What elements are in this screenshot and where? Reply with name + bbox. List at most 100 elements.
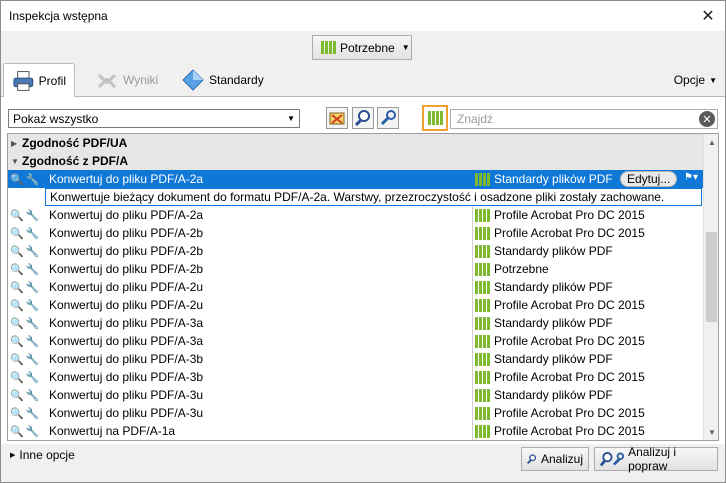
row-name: Konwertuj do pliku PDF/A-2b <box>49 262 204 276</box>
list-item[interactable]: 🔍 🔧 Konwertuj do pliku PDF/A-3u Profile Acr… <box>8 404 704 422</box>
profile-panel: Pokaż wszystko ▼ Znajdź ✕ ▶ Zgodność PDF… <box>1 97 725 444</box>
scroll-up-icon[interactable]: ▲ <box>704 134 718 150</box>
list-item[interactable]: 🔍 🔧 Konwertuj do pliku PDF/A-3u Standardy p… <box>8 386 704 404</box>
row-name: Konwertuj do pliku PDF/A-2b <box>49 244 204 258</box>
search-check-button[interactable] <box>352 107 374 129</box>
analyze-button[interactable]: Analizuj <box>521 447 589 471</box>
list-item[interactable]: 🔍 🔧 Konwertuj do pliku PDF/A-3b Standardy p… <box>8 350 704 368</box>
list-item[interactable]: 🔍 🔧 Konwertuj do pliku PDF/A-3b Profile Acr… <box>8 368 704 386</box>
magnifier-icon[interactable]: 🔍 <box>10 389 24 402</box>
magnifier-icon <box>527 454 537 465</box>
scroll-thumb[interactable] <box>706 232 717 322</box>
bars-icon <box>475 316 490 330</box>
preflight-dialog: Inspekcja wstępna ✕ Potrzebne ▼ Profil W… <box>0 0 726 483</box>
magnifier-icon[interactable]: 🔍 <box>10 371 24 384</box>
row-profile: Standardy plików PDF <box>475 172 613 186</box>
wrench-icon[interactable]: 🔧 <box>26 209 40 222</box>
tab-results[interactable]: Wyniki <box>87 63 166 97</box>
row-name: Konwertuj do pliku PDF/A-2b <box>49 226 204 240</box>
tab-standards[interactable]: Standardy <box>173 63 272 97</box>
options-menu[interactable]: Opcje ▼ <box>674 73 717 87</box>
search-input[interactable]: Znajdź ✕ <box>450 109 718 129</box>
show-needed-toggle[interactable] <box>422 105 448 131</box>
wrench-icon[interactable]: 🔧 <box>26 371 40 384</box>
magnifier-icon[interactable]: 🔍 <box>10 209 24 222</box>
magnifier-icon[interactable]: 🔍 <box>10 227 24 240</box>
row-icons: 🔍 🔧 <box>8 335 48 348</box>
list-item[interactable]: 🔍 🔧 Konwertuj na PDF/A-1a Profile Acrobat P… <box>8 422 704 440</box>
list-item[interactable]: 🔍 🔧 Konwertuj do pliku PDF/A-2b Profile Acr… <box>8 224 704 242</box>
show-filter-select[interactable]: Pokaż wszystko ▼ <box>8 109 300 128</box>
magnifier-icon[interactable]: 🔍 <box>10 263 24 276</box>
list-item[interactable]: 🔍 🔧 Konwertuj do pliku PDF/A-2b Standardy p… <box>8 242 704 260</box>
wrench-icon[interactable]: 🔧 <box>26 407 40 420</box>
flag-dropdown-icon[interactable]: ⚑▾ <box>684 172 698 183</box>
profile-filter-button[interactable]: Potrzebne ▼ <box>312 35 412 60</box>
printer-profile-icon <box>13 70 34 91</box>
wrench-icon[interactable]: 🔧 <box>26 281 40 294</box>
row-icons: 🔍 🔧 <box>8 281 48 294</box>
list-item[interactable]: 🔍 🔧 Konwertuj do pliku PDF/A-3a Standardy p… <box>8 314 704 332</box>
expand-arrow-icon[interactable]: ▶ <box>8 139 22 148</box>
list-item[interactable]: 🔍 🔧 Konwertuj do pliku PDF/A-2u Standardy p… <box>8 278 704 296</box>
bars-icon <box>475 424 490 438</box>
close-icon[interactable]: ✕ <box>691 1 725 31</box>
analyze-and-fix-button[interactable]: Analizuj i popraw <box>594 445 718 473</box>
wrench-icon[interactable]: 🔧 <box>26 227 40 240</box>
row-profile: Profile Acrobat Pro DC 2015 <box>475 370 645 384</box>
tab-profile[interactable]: Profil <box>3 63 75 98</box>
magnifier-icon <box>354 110 370 127</box>
edit-profile-button[interactable] <box>326 107 348 129</box>
wrench-icon[interactable]: 🔧 <box>26 335 40 348</box>
scroll-down-icon[interactable]: ▼ <box>704 424 718 440</box>
wrench-icon[interactable]: 🔧 <box>26 389 40 402</box>
list-item[interactable]: 🔍 🔧 Konwertuj do pliku PDF/A-2b Potrzebne <box>8 260 704 278</box>
wrench-icon[interactable]: 🔧 <box>26 317 40 330</box>
clear-search-icon[interactable]: ✕ <box>699 111 715 127</box>
row-name: Konwertuj do pliku PDF/A-3b <box>49 352 204 366</box>
row-name: Konwertuj do pliku PDF/A-3b <box>49 370 204 384</box>
wrench-icon[interactable]: 🔧 <box>26 245 40 258</box>
row-icons: 🔍 🔧 <box>8 317 48 330</box>
fixup-button[interactable] <box>377 107 399 129</box>
bars-icon <box>475 280 490 294</box>
row-profile-label: Profile Acrobat Pro DC 2015 <box>494 226 645 240</box>
magnifier-icon[interactable]: 🔍 <box>10 353 24 366</box>
row-profile: Profile Acrobat Pro DC 2015 <box>475 334 645 348</box>
collapse-arrow-icon[interactable]: ▼ <box>8 157 22 166</box>
bars-icon <box>475 406 490 420</box>
magnifier-icon[interactable]: 🔍 <box>10 425 24 438</box>
magnifier-icon[interactable]: 🔍 <box>10 317 24 330</box>
row-icons: 🔍 🔧 <box>8 371 48 384</box>
row-profile: Potrzebne <box>475 262 549 276</box>
row-profile-label: Standardy plików PDF <box>494 172 613 186</box>
row-profile-label: Profile Acrobat Pro DC 2015 <box>494 406 645 420</box>
more-options-toggle[interactable]: ▶ Inne opcje <box>10 448 75 462</box>
row-icons: 🔍 🔧 <box>8 209 48 222</box>
selected-row[interactable]: 🔍 🔧 Konwertuj do pliku PDF/A-2a Standard… <box>8 170 704 188</box>
magnifier-icon[interactable]: 🔍 <box>10 299 24 312</box>
list-item[interactable]: 🔍 🔧 Konwertuj do pliku PDF/A-2a Profile Acr… <box>8 206 704 224</box>
magnifier-icon[interactable]: 🔍 <box>10 407 24 420</box>
wrench-icon[interactable]: 🔧 <box>26 299 40 312</box>
group-pdf-ua[interactable]: ▶ Zgodność PDF/UA <box>8 134 704 152</box>
group-pdf-a[interactable]: ▼ Zgodność z PDF/A <box>8 152 704 170</box>
magnifier-icon[interactable]: 🔍 <box>10 245 24 258</box>
row-profile: Profile Acrobat Pro DC 2015 <box>475 406 645 420</box>
wrench-icon[interactable]: 🔧 <box>26 173 40 186</box>
wrench-icon[interactable]: 🔧 <box>26 263 40 276</box>
edit-button[interactable]: Edytuj... <box>620 171 678 187</box>
wrench-icon[interactable]: 🔧 <box>26 353 40 366</box>
list-item[interactable]: 🔍 🔧 Konwertuj do pliku PDF/A-2u Profile Acr… <box>8 296 704 314</box>
profile-filter-label: Potrzebne <box>340 40 395 55</box>
row-name: Konwertuj do pliku PDF/A-3a <box>49 334 204 348</box>
bars-icon <box>475 334 490 348</box>
magnifier-icon[interactable]: 🔍 <box>10 173 24 186</box>
bars-icon <box>475 244 490 258</box>
vertical-scrollbar[interactable]: ▲ ▼ <box>703 134 718 440</box>
magnifier-icon[interactable]: 🔍 <box>10 335 24 348</box>
tab-results-label: Wyniki <box>123 73 159 87</box>
wrench-icon[interactable]: 🔧 <box>26 425 40 438</box>
magnifier-icon[interactable]: 🔍 <box>10 281 24 294</box>
list-item[interactable]: 🔍 🔧 Konwertuj do pliku PDF/A-3a Profile Acr… <box>8 332 704 350</box>
